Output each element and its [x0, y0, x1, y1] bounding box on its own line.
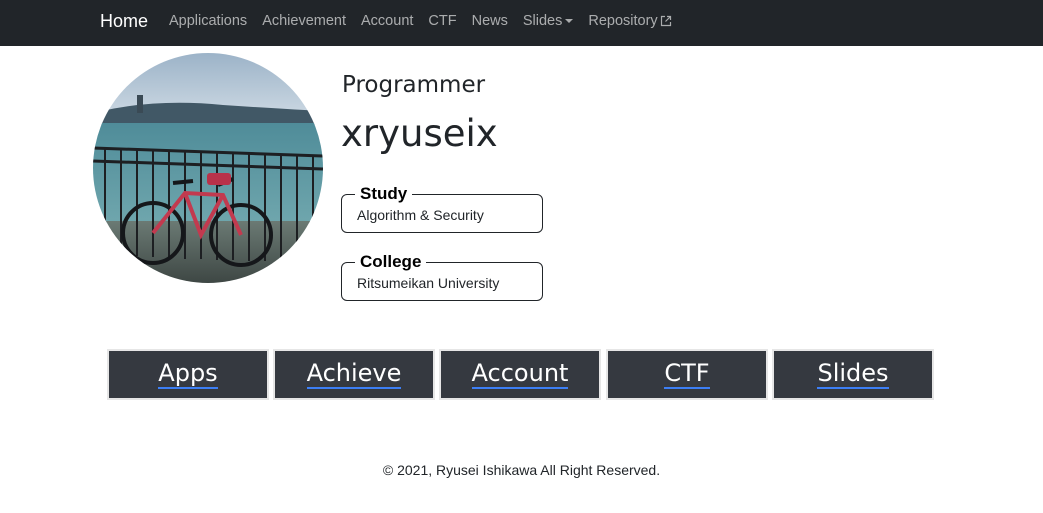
college-value: Ritsumeikan University [357, 275, 500, 291]
caret-down-icon [565, 19, 574, 23]
slides-button[interactable]: Slides [772, 349, 934, 400]
nav-link-account[interactable]: Account [361, 13, 413, 29]
nav-link-applications[interactable]: Applications [169, 13, 247, 29]
nav-link-ctf[interactable]: CTF [428, 13, 456, 29]
top-navbar: Home Applications Achievement Account CT… [0, 0, 1043, 46]
external-link-icon [660, 15, 671, 27]
nav-links: Applications Achievement Account CTF New… [169, 13, 687, 29]
nav-link-repository[interactable]: Repository [588, 13, 671, 29]
achieve-button[interactable]: Achieve [273, 349, 435, 400]
nav-link-label: Achievement [262, 13, 347, 29]
achieve-button-label: Achieve [306, 359, 402, 389]
avatar-photo-bicycle-by-lake [93, 53, 323, 283]
account-button-label: Account [471, 359, 569, 389]
nav-dropdown-slides[interactable]: Slides [523, 13, 574, 29]
ctf-button[interactable]: CTF [606, 349, 768, 400]
nav-link-label: CTF [428, 13, 457, 29]
footer-copyright: © 2021, Ryusei Ishikawa All Right Reserv… [382, 462, 661, 478]
study-fieldset: Study Algorithm & Security [341, 184, 543, 233]
profile-avatar [93, 53, 323, 283]
nav-link-label: Account [361, 13, 414, 29]
slides-button-label: Slides [817, 359, 889, 389]
nav-link-label: News [471, 13, 508, 29]
nav-link-label: Slides [522, 13, 563, 29]
section-link-buttons: Apps Achieve Account CTF Slides [107, 349, 935, 401]
apps-button[interactable]: Apps [107, 349, 269, 400]
nav-link-news[interactable]: News [472, 13, 508, 29]
nav-link-label: Applications [169, 13, 248, 29]
nav-link-label: Repository [588, 13, 658, 29]
college-fieldset: College Ritsumeikan University [341, 252, 543, 301]
apps-button-label: Apps [158, 359, 218, 389]
study-legend: Study [355, 184, 413, 204]
nav-link-achievement[interactable]: Achievement [262, 13, 346, 29]
nav-home-brand[interactable]: Home [100, 11, 148, 32]
account-button[interactable]: Account [439, 349, 601, 400]
ctf-button-label: CTF [664, 359, 710, 389]
college-legend: College [355, 252, 427, 272]
profile-role: Programmer [342, 72, 486, 98]
study-value: Algorithm & Security [357, 207, 484, 223]
profile-username: xryuseix [341, 112, 498, 155]
